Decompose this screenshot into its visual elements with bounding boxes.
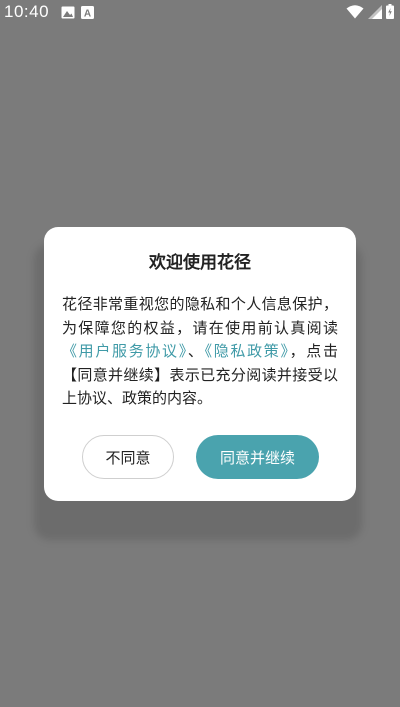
body-separator: 、 [187, 342, 205, 360]
svg-text:A: A [84, 9, 91, 20]
battery-icon [386, 4, 394, 19]
privacy-policy-link[interactable]: 《隐私政策》 [205, 342, 290, 360]
text-a-icon: A [81, 6, 94, 19]
status-system-icons [346, 4, 394, 19]
status-notification-icons: A [61, 6, 94, 19]
signal-icon [368, 4, 382, 19]
dialog-buttons: 不同意 同意并继续 [44, 435, 356, 479]
dialog-title: 欢迎使用花径 [149, 253, 251, 273]
disagree-button[interactable]: 不同意 [82, 435, 174, 479]
wifi-icon [346, 4, 364, 19]
status-bar: 10:40 A [0, 0, 400, 26]
body-text-intro: 花径非常重视您的隐私和个人信息保护，为保障您的权益，请在使用前认真阅读 [62, 295, 338, 337]
dialog-body: 花径非常重视您的隐私和个人信息保护，为保障您的权益，请在使用前认真阅读《用户服务… [62, 293, 338, 411]
agree-continue-button[interactable]: 同意并继续 [196, 435, 319, 479]
status-time: 10:40 [4, 2, 50, 21]
privacy-dialog: 欢迎使用花径 花径非常重视您的隐私和个人信息保护，为保障您的权益，请在使用前认真… [44, 227, 356, 501]
image-icon [61, 6, 75, 19]
user-agreement-link[interactable]: 《用户服务协议》 [62, 342, 188, 360]
